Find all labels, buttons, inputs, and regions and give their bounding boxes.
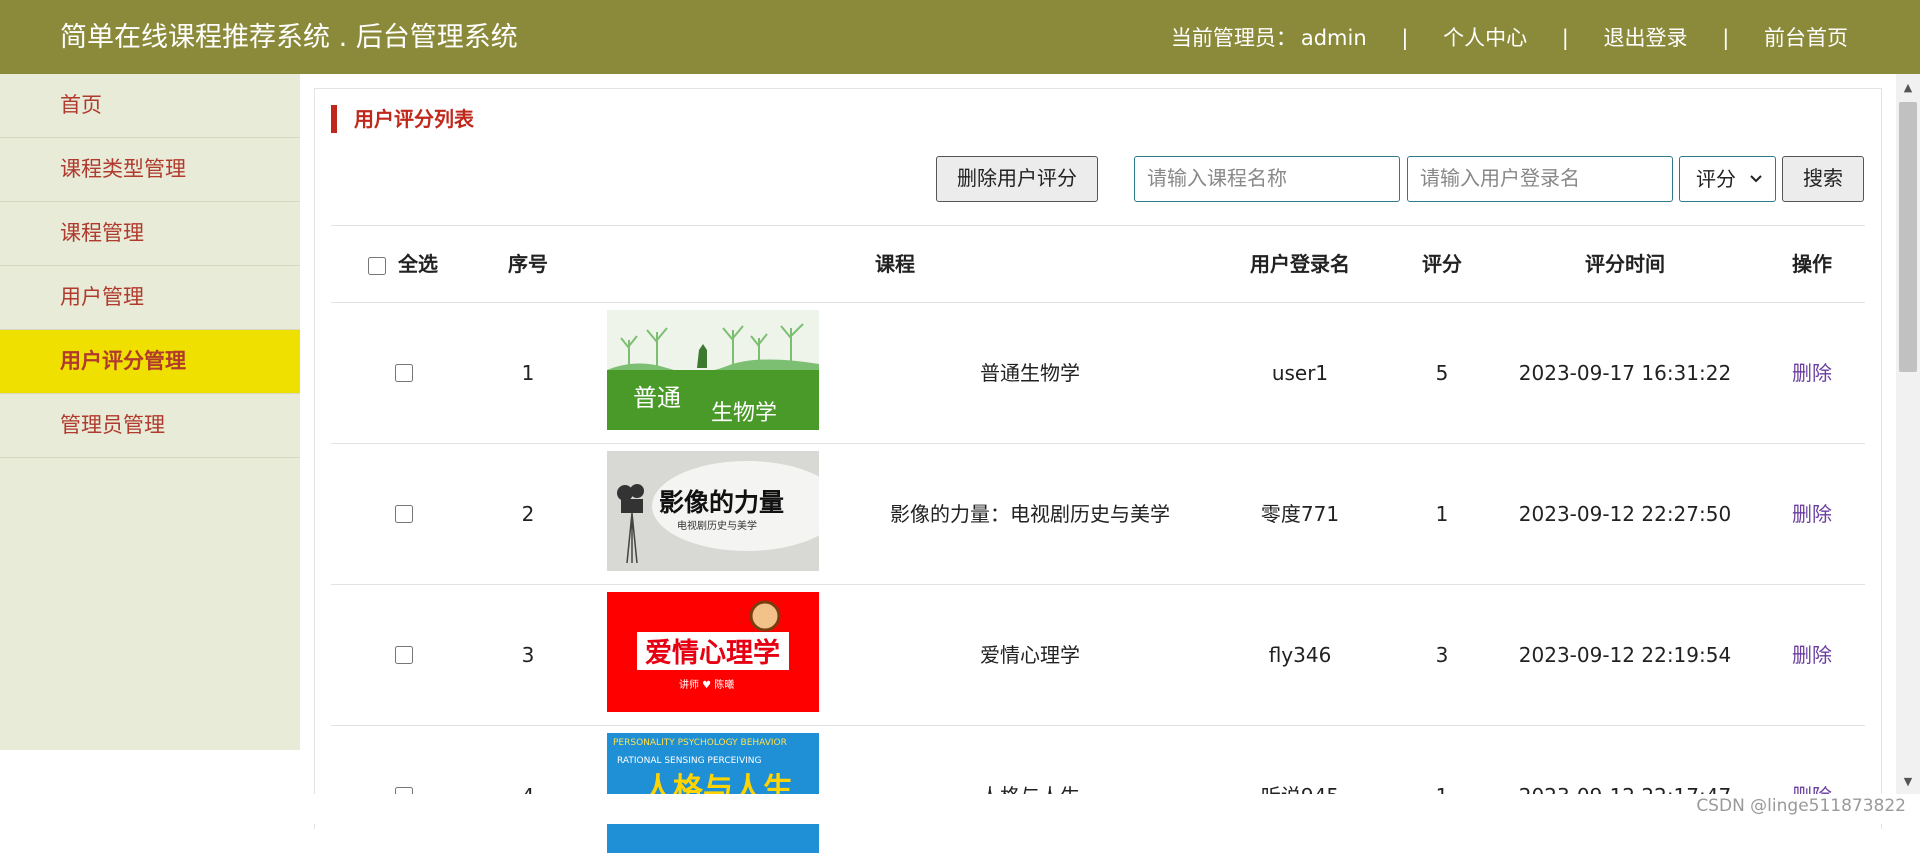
select-all-checkbox[interactable] <box>368 256 386 275</box>
row-delete-link[interactable]: 删除 <box>1792 643 1832 667</box>
row-user-login: fly346 <box>1268 643 1332 667</box>
sidebar-item-home[interactable]: 首页 <box>0 74 300 138</box>
thumb-text: 电视剧历史与美学 <box>677 519 757 532</box>
watermark: CSDN @linge511873822 <box>1696 796 1906 816</box>
row-score: 1 <box>1435 502 1449 526</box>
row-user-login: 零度771 <box>1260 502 1340 526</box>
row-rating-time: 2023-09-17 16:31:22 <box>1518 361 1732 385</box>
score-select[interactable]: 评分 <box>1679 156 1776 202</box>
search-button[interactable]: 搜索 <box>1782 156 1864 202</box>
delete-ratings-button[interactable]: 删除用户评分 <box>936 156 1098 202</box>
table-top-divider <box>331 225 1865 226</box>
row-divider <box>331 725 1865 726</box>
select-all-label: 全选 <box>398 252 438 276</box>
column-header-index: 序号 <box>508 252 548 276</box>
thumb-text: 生物学 <box>711 401 777 426</box>
row-checkbox[interactable] <box>395 505 413 523</box>
thumb-text: 讲师 ♥ 陈曦 <box>679 678 734 691</box>
sidebar-item-course-types[interactable]: 课程类型管理 <box>0 138 300 202</box>
user-login-input[interactable] <box>1407 156 1673 202</box>
sidebar-item-user-ratings[interactable]: 用户评分管理 <box>0 330 300 394</box>
course-thumbnail: PERSONALITY PSYCHOLOGY BEHAVIOR RATIONAL… <box>607 733 819 853</box>
nav-separator: | <box>1401 26 1409 50</box>
scroll-down-arrow-icon[interactable]: ▼ <box>1896 772 1920 792</box>
scroll-up-arrow-icon[interactable]: ▲ <box>1896 78 1920 98</box>
thumb-text: RATIONAL SENSING PERCEIVING <box>617 756 762 766</box>
frontend-home-link[interactable]: 前台首页 <box>1764 26 1848 50</box>
row-divider <box>331 302 1865 303</box>
top-nav: 当前管理员： admin | 个人中心 | 退出登录 | 前台首页 <box>1171 0 1848 76</box>
thumb-text: 影像的力量 <box>659 488 784 517</box>
row-divider <box>331 443 1865 444</box>
row-rating-time: 2023-09-12 22:27:50 <box>1518 502 1732 526</box>
row-score: 3 <box>1435 643 1449 667</box>
section-title: 用户评分列表 <box>331 105 474 133</box>
score-select-value: 评分 <box>1696 167 1736 191</box>
column-header-operation: 操作 <box>1792 252 1832 276</box>
sidebar-item-admins[interactable]: 管理员管理 <box>0 394 300 458</box>
row-course-name: 爱情心理学 <box>980 643 1080 667</box>
course-thumbnail: 影像的力量 电视剧历史与美学 <box>607 451 819 571</box>
scrollbar-thumb[interactable] <box>1899 102 1917 372</box>
logout-link[interactable]: 退出登录 <box>1604 26 1688 50</box>
row-delete-link[interactable]: 删除 <box>1792 502 1832 526</box>
sidebar-item-users[interactable]: 用户管理 <box>0 266 300 330</box>
vertical-scrollbar[interactable]: ▲ ▼ <box>1896 74 1920 794</box>
row-index: 2 <box>521 502 535 526</box>
nav-separator: | <box>1722 26 1730 50</box>
nav-separator: | <box>1561 26 1569 50</box>
row-checkbox[interactable] <box>395 646 413 664</box>
select-all-header: 全选 <box>368 238 468 290</box>
course-thumbnail: 爱情心理学 讲师 ♥ 陈曦 <box>607 592 819 712</box>
app-title: 简单在线课程推荐系统 . 后台管理系统 <box>60 22 518 53</box>
row-delete-link[interactable]: 删除 <box>1792 361 1832 385</box>
row-checkbox[interactable] <box>395 364 413 382</box>
course-name-input[interactable] <box>1134 156 1400 202</box>
row-divider <box>331 584 1865 585</box>
row-course-name: 普通生物学 <box>980 361 1080 385</box>
column-header-user-login: 用户登录名 <box>1250 252 1350 276</box>
bottom-strip <box>0 794 1920 824</box>
sidebar-item-courses[interactable]: 课程管理 <box>0 202 300 266</box>
row-user-login: user1 <box>1271 361 1329 385</box>
row-rating-time: 2023-09-12 22:19:54 <box>1518 643 1732 667</box>
admin-label: 当前管理员： <box>1170 26 1297 50</box>
row-score: 5 <box>1435 361 1449 385</box>
profile-link[interactable]: 个人中心 <box>1443 26 1527 50</box>
row-course-name: 影像的力量：电视剧历史与美学 <box>890 502 1170 526</box>
course-thumbnail: 普通 生物学 <box>607 310 819 430</box>
row-index: 3 <box>521 643 535 667</box>
column-header-score: 评分 <box>1422 252 1462 276</box>
column-header-course: 课程 <box>875 252 915 276</box>
thumb-text: 普通 <box>633 384 681 412</box>
sidebar: 首页 课程类型管理 课程管理 用户管理 用户评分管理 管理员管理 <box>0 74 300 750</box>
admin-name: admin <box>1300 26 1367 50</box>
thumb-text: 爱情心理学 <box>645 637 780 669</box>
top-header-bar: 简单在线课程推荐系统 . 后台管理系统 当前管理员： admin | 个人中心 |… <box>0 0 1920 74</box>
thumb-text: PERSONALITY PSYCHOLOGY BEHAVIOR <box>613 738 787 748</box>
chevron-down-icon <box>1749 157 1763 218</box>
row-index: 1 <box>521 361 535 385</box>
column-header-rating-time: 评分时间 <box>1585 252 1665 276</box>
